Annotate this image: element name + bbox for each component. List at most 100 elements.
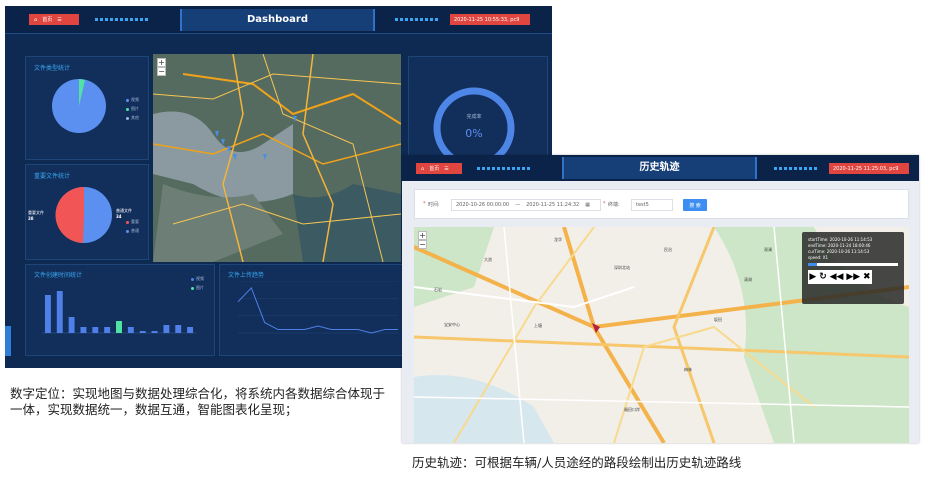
playback-panel: startTime: 2020-10-26 11:14:53 endTime: … xyxy=(802,232,904,304)
upload-line-chart xyxy=(237,281,398,334)
place-label-8: 清湖 xyxy=(744,277,752,282)
important-legend: 重要 普通 xyxy=(126,219,139,237)
place-label-4: 宝安中心 xyxy=(444,322,460,327)
place-label-9: 梅林 xyxy=(684,367,692,372)
file-type-pie xyxy=(52,79,106,133)
terminal-input[interactable]: test5 xyxy=(631,199,673,211)
legend-normal: 普通 xyxy=(131,228,139,233)
terminal-value: test5 xyxy=(636,202,649,208)
dashboard-topbar: ⌂ 首页 ☰ Dashboard 2020-11-25 10:55:33, pc… xyxy=(5,6,552,34)
caption-right: 历史轨迹：可根据车辆/人员途经的路段绘制出历史轨迹路线 xyxy=(412,455,742,470)
bar-1 xyxy=(56,291,63,333)
place-label-6: 坂田 xyxy=(714,317,722,322)
legend-created-video: 视频 xyxy=(196,276,204,281)
play-icon[interactable]: ▶ xyxy=(809,272,816,282)
info-speed: speed: X1 xyxy=(808,255,828,260)
caption-left: 数字定位：实现地图与数据处理综合化，将系统内各数据综合体现于一体，实现数据统一，… xyxy=(10,386,386,417)
playback-controls: ▶ ↻ ◀◀ ▶▶ ✖ xyxy=(808,270,872,284)
place-label-3: 龙华 xyxy=(554,237,562,242)
gauge-label: 完成率 xyxy=(466,114,482,120)
legend-image: 图片 xyxy=(131,106,139,111)
rewind-icon[interactable]: ◀◀ xyxy=(830,272,844,282)
place-label-10: 石岩 xyxy=(434,287,442,292)
start-time-input[interactable]: 2020-10-26 00:00:00 xyxy=(456,202,509,208)
satellite-map xyxy=(153,54,401,262)
upload-title: 文件上传趋势 xyxy=(228,272,265,279)
bar-5 xyxy=(104,327,111,333)
history-zoom-out[interactable]: − xyxy=(418,240,427,249)
menu-icon: ☰ xyxy=(444,165,449,172)
history-zoom-in[interactable]: + xyxy=(418,231,427,240)
gauge-value: 0% xyxy=(465,127,483,140)
menu-icon: ☰ xyxy=(57,16,62,23)
home-label: 首页 xyxy=(42,17,53,23)
bar-8 xyxy=(139,331,146,333)
end-time-input[interactable]: 2020-11-25 11:24:32 xyxy=(526,202,579,208)
place-label-0: 深圳北站 xyxy=(614,265,630,270)
datetime-text: 2020-11-25 10:55:33, pc9 xyxy=(454,16,520,23)
progress-track[interactable] xyxy=(808,263,898,266)
important-title: 重要文件统计 xyxy=(34,173,71,180)
history-home-button[interactable]: ⌂ 首页 ☰ xyxy=(416,163,462,174)
file-type-title: 文件类型统计 xyxy=(34,65,71,72)
datetime-dropdown[interactable]: 2020-11-25 10:55:33, pc9 xyxy=(450,14,530,25)
search-button[interactable]: 搜 索 xyxy=(683,199,707,211)
decor-stripes-right xyxy=(395,18,440,21)
bar-9 xyxy=(151,331,158,333)
pie-slice-important xyxy=(55,186,84,243)
zoom-in-button[interactable]: + xyxy=(157,58,166,67)
place-label-7: 大浪 xyxy=(484,257,492,262)
range-separator: — xyxy=(515,202,521,208)
file-type-panel: 文件类型统计 视频 图片 其他 xyxy=(25,56,149,160)
history-home-label: 首页 xyxy=(429,166,440,172)
home-icon: ⌂ xyxy=(34,16,38,23)
place-label-1: 福田口岸 xyxy=(624,407,640,412)
bar-7 xyxy=(127,327,134,333)
zoom-out-button[interactable]: − xyxy=(157,67,166,76)
history-map[interactable]: 深圳北站 福田口岸 民治 龙华 宝安中心 上塘 坂田 大浪 清湖 梅林 石岩 观… xyxy=(414,227,909,443)
time-label: 时间: xyxy=(428,202,440,208)
history-datetime-text: 2020-11-25 11:25:03, pc9 xyxy=(833,165,899,172)
side-tab[interactable] xyxy=(5,326,11,356)
decor-stripes-left xyxy=(95,18,150,21)
fast-forward-icon[interactable]: ▶▶ xyxy=(846,272,860,282)
date-range-picker[interactable]: 2020-10-26 00:00:00 — 2020-11-25 11:24:3… xyxy=(451,199,601,211)
important-right-label: 普通文件 34 xyxy=(116,208,132,219)
place-label-5: 上塘 xyxy=(534,323,542,328)
bar-3 xyxy=(80,327,87,333)
upload-trend-panel: 文件上传趋势 xyxy=(219,264,409,356)
created-bar-chart xyxy=(42,291,196,334)
file-type-legend: 视频 图片 其他 xyxy=(126,97,139,124)
close-icon[interactable]: ✖ xyxy=(863,272,871,282)
history-title: 历史轨迹 xyxy=(562,157,757,179)
home-icon: ⌂ xyxy=(421,165,425,172)
required-mark-2: * xyxy=(603,201,606,207)
bar-0 xyxy=(44,295,51,333)
bar-4 xyxy=(92,327,99,333)
created-title: 文件创建时间统计 xyxy=(34,272,83,279)
home-button[interactable]: ⌂ 首页 ☰ xyxy=(29,14,79,25)
upload-series-line xyxy=(237,287,398,334)
important-left-label: 重要文件 38 xyxy=(28,210,44,221)
place-label-2: 民治 xyxy=(664,247,672,252)
calendar-icon: ▦ xyxy=(585,202,590,208)
created-time-panel: 文件创建时间统计 视频 图片 xyxy=(25,264,215,356)
important-pie xyxy=(55,186,112,243)
terminal-label: 终端: xyxy=(608,202,620,208)
filter-bar: * 时间: 2020-10-26 00:00:00 — 2020-11-25 1… xyxy=(414,189,909,219)
bar-12 xyxy=(187,327,194,333)
decor-stripes-right xyxy=(774,167,819,170)
important-file-panel: 重要文件统计 重要文件 38 普通文件 34 重要 普通 xyxy=(25,164,149,260)
legend-video: 视频 xyxy=(131,97,139,102)
bar-6 xyxy=(116,321,122,333)
gauge-panel: 完成率 0% xyxy=(408,56,548,169)
history-datetime-dropdown[interactable]: 2020-11-25 11:25:03, pc9 xyxy=(829,163,909,174)
legend-other: 其他 xyxy=(131,115,139,120)
decor-stripes-left xyxy=(477,167,532,170)
bar-11 xyxy=(175,325,182,333)
bar-10 xyxy=(163,325,170,333)
place-label-11: 观澜 xyxy=(764,247,772,252)
dashboard-map[interactable]: + − xyxy=(153,54,401,262)
replay-icon[interactable]: ↻ xyxy=(819,272,827,282)
history-window: ⌂ 首页 ☰ 历史轨迹 2020-11-25 11:25:03, pc9 * 时… xyxy=(402,155,919,443)
